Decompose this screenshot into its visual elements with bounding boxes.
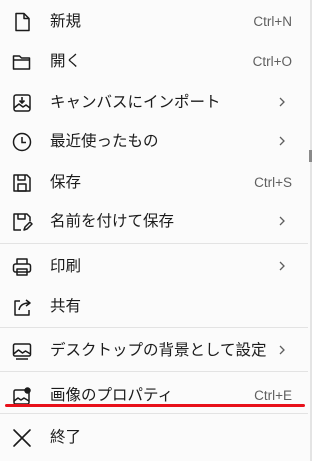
- file-menu: 新規 Ctrl+N 開く Ctrl+O キャンバスにインポート 最近使ったもの …: [0, 0, 312, 461]
- menu-item-label: 保存: [50, 173, 82, 191]
- menu-item-label: 画像のプロパティ: [50, 386, 174, 404]
- shortcut-text: Ctrl+O: [252, 53, 292, 69]
- menu-separator: [0, 327, 308, 328]
- share-icon: [11, 296, 33, 318]
- chevron-right-icon: [276, 259, 288, 273]
- menu-item-share[interactable]: 共有: [0, 288, 308, 324]
- scroll-indicator[interactable]: [309, 150, 312, 162]
- menu-item-recent[interactable]: 最近使ったもの: [0, 123, 308, 159]
- menu-right-edge: [310, 0, 312, 461]
- menu-item-label: 共有: [50, 297, 82, 315]
- menu-item-label: キャンバスにインポート: [50, 93, 221, 111]
- desktop-background-icon: [11, 340, 33, 362]
- menu-separator: [0, 243, 308, 244]
- new-file-icon: [11, 11, 33, 33]
- menu-item-label: 名前を付けて保存: [50, 212, 175, 230]
- clock-icon: [11, 131, 33, 153]
- menu-item-save-as[interactable]: 名前を付けて保存: [0, 203, 308, 239]
- save-as-icon: [11, 211, 33, 233]
- menu-item-exit[interactable]: 終了: [0, 419, 308, 455]
- chevron-right-icon: [276, 134, 288, 148]
- menu-separator: [0, 371, 308, 372]
- menu-item-save[interactable]: 保存 Ctrl+S: [0, 164, 308, 200]
- menu-item-new[interactable]: 新規 Ctrl+N: [0, 3, 308, 39]
- chevron-right-icon: [276, 214, 288, 228]
- menu-item-label: 最近使ったもの: [50, 132, 159, 150]
- open-folder-icon: [11, 51, 33, 73]
- print-icon: [11, 256, 33, 278]
- shortcut-text: Ctrl+S: [254, 174, 292, 190]
- menu-separator: [0, 413, 308, 414]
- chevron-right-icon: [276, 95, 288, 109]
- chevron-right-icon: [276, 343, 288, 357]
- menu-item-label: 新規: [50, 12, 82, 30]
- menu-item-label: 印刷: [50, 257, 82, 275]
- menu-item-import-to-canvas[interactable]: キャンバスにインポート: [0, 84, 308, 120]
- menu-item-image-properties[interactable]: 画像のプロパティ Ctrl+E: [0, 377, 308, 413]
- shortcut-text: Ctrl+E: [254, 387, 292, 403]
- menu-item-set-desktop-background[interactable]: デスクトップの背景として設定: [0, 332, 308, 368]
- menu-item-label: 終了: [50, 428, 82, 446]
- import-to-canvas-icon: [11, 92, 33, 114]
- close-icon: [11, 427, 33, 449]
- menu-item-label: デスクトップの背景として設定: [50, 341, 267, 359]
- red-underline-annotation: [5, 404, 305, 407]
- shortcut-text: Ctrl+N: [253, 13, 292, 29]
- menu-item-open[interactable]: 開く Ctrl+O: [0, 43, 308, 79]
- menu-item-print[interactable]: 印刷: [0, 248, 308, 284]
- menu-item-label: 開く: [50, 52, 82, 70]
- save-icon: [11, 172, 33, 194]
